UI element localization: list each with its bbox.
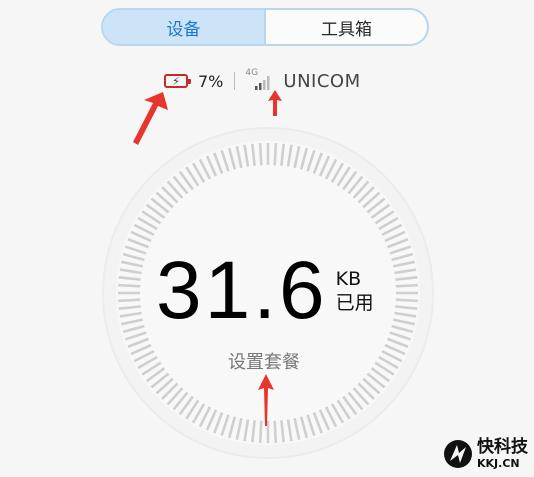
- gauge-tick: [118, 298, 141, 303]
- usage-value: 31.6: [156, 245, 328, 336]
- battery-icon: ⚡: [164, 74, 191, 88]
- usage-readout: 31.6 KB 已用: [156, 250, 374, 332]
- usage-unit: KB: [335, 268, 362, 290]
- tab-device[interactable]: 设备: [103, 10, 264, 44]
- watermark: 快科技 KKJ.CN: [443, 439, 528, 469]
- usage-caption: 已用: [335, 292, 374, 314]
- gauge-tick: [273, 143, 278, 166]
- gauge-tick: [258, 143, 263, 166]
- annotation-arrow-signal: [268, 90, 282, 116]
- gauge-tick: [395, 283, 418, 288]
- tab-switcher: 设备 工具箱: [101, 8, 429, 46]
- watermark-name: 快科技: [477, 437, 528, 457]
- watermark-logo-icon: [444, 440, 472, 468]
- watermark-domain: KKJ.CN: [477, 457, 520, 470]
- gauge-tick: [395, 298, 418, 303]
- gauge-tick: [118, 283, 141, 288]
- set-plan-button[interactable]: 设置套餐: [228, 348, 300, 374]
- status-row: ⚡ 7% 4G UNICOM: [164, 66, 361, 96]
- annotation-arrow-battery: [133, 92, 168, 145]
- status-divider: [234, 72, 236, 90]
- carrier-name: UNICOM: [283, 70, 361, 92]
- tab-toolbox[interactable]: 工具箱: [266, 10, 427, 44]
- battery-percent: 7%: [198, 71, 224, 91]
- annotation-arrow-setplan: [258, 374, 274, 426]
